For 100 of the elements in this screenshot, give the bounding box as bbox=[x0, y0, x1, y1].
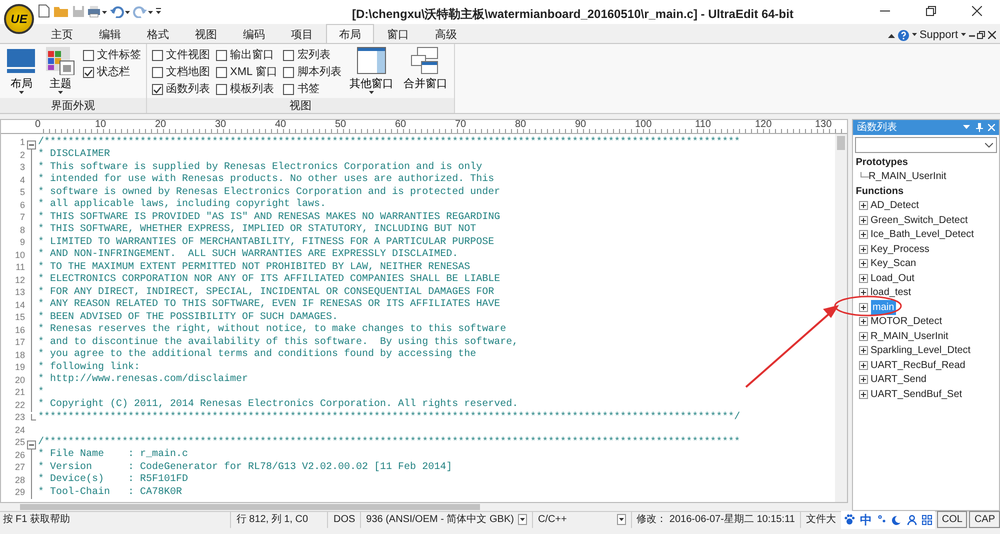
restore-icon[interactable] bbox=[977, 31, 986, 40]
tree-item[interactable]: Key_Process bbox=[870, 242, 930, 257]
tree-item[interactable]: Load_Out bbox=[870, 270, 914, 286]
encoding: 936 (ANSI/OEM - 简体中文 GBK) bbox=[366, 512, 514, 527]
ribbon-tab[interactable]: 编码 bbox=[230, 24, 278, 43]
close-icon[interactable] bbox=[988, 31, 996, 40]
key-indicator: COL bbox=[936, 511, 968, 528]
line-number: 15 bbox=[14, 311, 26, 324]
ribbon-tab[interactable]: 视图 bbox=[182, 24, 230, 43]
expand-icon[interactable] bbox=[858, 259, 868, 268]
line-number: 5 bbox=[18, 186, 26, 200]
tree-item[interactable]: UART_RecBuf_Read bbox=[870, 358, 966, 373]
dropdown-button[interactable] bbox=[616, 514, 626, 525]
filter-dropdown[interactable] bbox=[855, 137, 997, 153]
ribbon-tab[interactable]: 主页 bbox=[38, 24, 86, 43]
help-icon[interactable] bbox=[898, 30, 909, 41]
expand-icon[interactable] bbox=[858, 360, 868, 370]
ribbon-tab[interactable]: 项目 bbox=[278, 24, 326, 43]
tree-item[interactable]: Sparkling_Level_Dtect bbox=[870, 343, 971, 358]
grid-icon[interactable] bbox=[922, 514, 932, 524]
ribbon-button[interactable]: 其他窗口 bbox=[347, 47, 396, 98]
app-logo[interactable]: UE bbox=[4, 4, 34, 34]
undo-icon[interactable] bbox=[110, 4, 130, 18]
collapse-ribbon-icon[interactable] bbox=[888, 32, 896, 38]
checkbox[interactable]: 文件视图 bbox=[152, 47, 210, 64]
tree-item[interactable]: load_test bbox=[870, 285, 912, 300]
code-line: * LIMITED TO WARRANTIES OF MERCHANTABILITY, FITNESS FOR A PARTICULAR PURPOSE bbox=[38, 236, 494, 248]
checkbox[interactable]: 书签 bbox=[283, 81, 342, 98]
checkbox[interactable]: 脚本列表 bbox=[283, 64, 342, 81]
paw-icon[interactable] bbox=[844, 514, 855, 525]
checkbox[interactable]: 宏列表 bbox=[283, 47, 342, 64]
new-file-icon[interactable] bbox=[38, 4, 50, 18]
line-number: 23 bbox=[14, 411, 26, 424]
vertical-scrollbar[interactable] bbox=[835, 134, 847, 502]
code-line: * following link: bbox=[38, 362, 140, 374]
ribbon-button[interactable]: 主题 bbox=[44, 47, 77, 98]
line-number: 22 bbox=[14, 398, 26, 412]
code-line: * Version : CodeGenerator for RL78/G13 V2.02.00.02 [11 Feb 2014] bbox=[38, 462, 452, 474]
ribbon-button[interactable]: 合并窗口 bbox=[401, 47, 450, 98]
tree-item[interactable]: MOTOR_Detect bbox=[870, 314, 942, 330]
expand-icon[interactable] bbox=[858, 230, 868, 240]
checkbox[interactable]: 状态栏 bbox=[83, 64, 141, 81]
window-title: [D:\chengxu\沃特勒主板\watermianboard_20160510\r_main.c] - UltraEdit 64-bit bbox=[352, 6, 794, 23]
expand-icon[interactable] bbox=[858, 302, 868, 312]
redo-icon[interactable] bbox=[132, 4, 153, 18]
tree-item[interactable]: UART_Send bbox=[870, 372, 926, 388]
restore-icon[interactable] bbox=[926, 6, 936, 16]
code-line: * THIS SOFTWARE, WHETHER EXPRESS, IMPLIED OR STATUTORY, INCLUDING BUT NOT bbox=[38, 224, 476, 236]
status-text: 按 F1 获取帮助 bbox=[2, 512, 71, 527]
tree-item[interactable]: UART_SendBuf_Set bbox=[870, 386, 962, 402]
close-icon[interactable] bbox=[972, 6, 982, 16]
input-mode[interactable]: 中 bbox=[860, 510, 872, 528]
pin-icon[interactable] bbox=[976, 123, 982, 132]
printer-icon[interactable] bbox=[87, 4, 108, 18]
checkbox[interactable]: 文档地图 bbox=[152, 64, 210, 81]
checkbox[interactable]: XML 窗口 bbox=[216, 64, 278, 81]
expand-icon[interactable] bbox=[858, 332, 868, 341]
checkbox[interactable]: 文件标签 bbox=[83, 47, 141, 64]
ribbon-tab[interactable]: 布局 bbox=[326, 24, 374, 43]
tree-item[interactable]: AD_Detect bbox=[870, 198, 919, 214]
caret-icon[interactable] bbox=[912, 33, 917, 38]
ribbon-tab[interactable]: 高级 bbox=[422, 24, 470, 43]
ribbon-tab[interactable]: 窗口 bbox=[374, 24, 422, 43]
expand-icon[interactable] bbox=[858, 274, 868, 283]
moon-icon[interactable] bbox=[891, 514, 902, 524]
ruler-label: 30 bbox=[215, 119, 226, 130]
checkbox[interactable]: 输出窗口 bbox=[216, 47, 278, 64]
key-indicator: CAP bbox=[969, 511, 1000, 528]
collapse-icon[interactable] bbox=[27, 438, 36, 451]
support-menu[interactable]: Support bbox=[919, 27, 966, 44]
checkbox[interactable]: 模板列表 bbox=[216, 81, 278, 98]
punctuation-icon[interactable] bbox=[878, 515, 886, 524]
window-icon bbox=[356, 47, 386, 75]
dropdown-button[interactable] bbox=[518, 514, 527, 525]
expand-icon[interactable] bbox=[858, 288, 868, 298]
person-icon[interactable] bbox=[906, 514, 917, 524]
tree-item[interactable]: R_MAIN_UserInit bbox=[870, 328, 948, 344]
ribbon-button[interactable]: 布局 bbox=[5, 47, 38, 98]
expand-icon[interactable] bbox=[858, 244, 868, 254]
ribbon-tab[interactable]: 格式 bbox=[134, 24, 182, 43]
customize-toolbar-icon[interactable] bbox=[156, 7, 162, 15]
expand-icon[interactable] bbox=[858, 346, 868, 356]
checkbox[interactable]: 函数列表 bbox=[152, 81, 210, 98]
expand-icon[interactable] bbox=[858, 390, 868, 399]
line-number: 29 bbox=[14, 486, 26, 500]
expand-icon[interactable] bbox=[858, 201, 868, 210]
tree-group-label: Functions bbox=[856, 184, 905, 198]
tree-item[interactable]: Ice_Bath_Level_Detect bbox=[870, 227, 974, 242]
ribbon-tab[interactable]: 编辑 bbox=[86, 24, 134, 43]
expand-icon[interactable] bbox=[858, 317, 868, 326]
tree-item[interactable]: Key_Scan bbox=[870, 256, 916, 272]
expand-icon[interactable] bbox=[858, 375, 868, 384]
tree-item[interactable]: R_MAIN_UserInit bbox=[868, 169, 946, 184]
ruler-label: 70 bbox=[455, 119, 466, 130]
expand-icon[interactable] bbox=[858, 216, 868, 225]
line-number: 8 bbox=[18, 224, 26, 237]
ruler-label: 20 bbox=[155, 119, 166, 130]
code-line: * THIS SOFTWARE IS PROVIDED "AS IS" AND RENESAS MAKES NO WARRANTIES REGARDING bbox=[38, 212, 500, 224]
collapse-icon[interactable] bbox=[27, 138, 36, 151]
tree-item[interactable]: Green_Switch_Detect bbox=[870, 212, 968, 228]
